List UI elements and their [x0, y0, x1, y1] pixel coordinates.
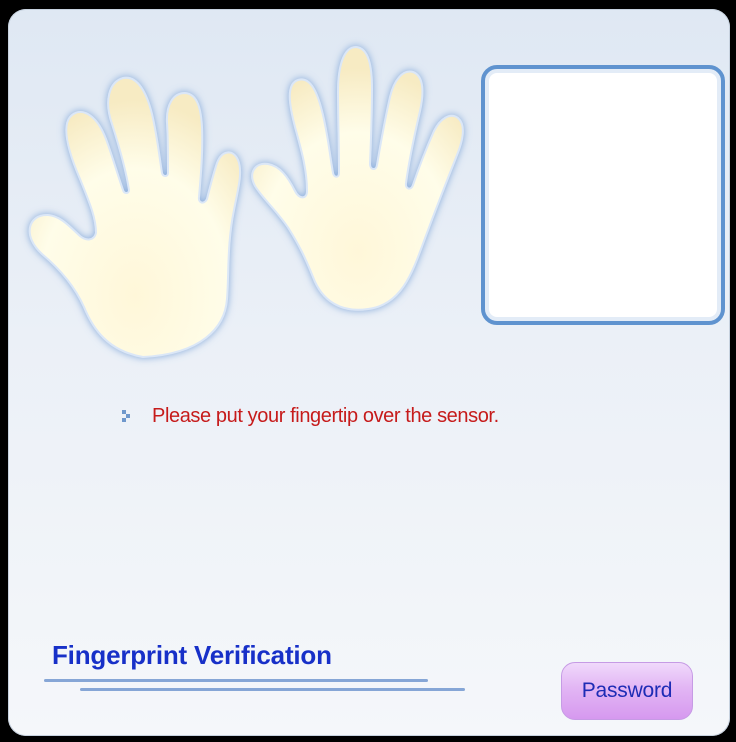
title-underline-top — [44, 679, 428, 682]
title-underline-bottom — [80, 688, 465, 691]
right-hand-icon — [251, 45, 464, 311]
password-button[interactable]: Password — [561, 662, 693, 720]
bullet-arrow-icon — [122, 410, 130, 422]
left-hand-icon — [28, 76, 242, 359]
instruction-text: Please put your fingertip over the senso… — [152, 405, 499, 427]
fingerprint-dialog: Please put your fingertip over the senso… — [8, 9, 730, 736]
page-title: Fingerprint Verification — [52, 640, 332, 670]
hands-illustration — [28, 45, 464, 359]
instruction-message: Please put your fingertip over the senso… — [120, 401, 540, 431]
fingerprint-sensor-preview — [481, 65, 725, 325]
